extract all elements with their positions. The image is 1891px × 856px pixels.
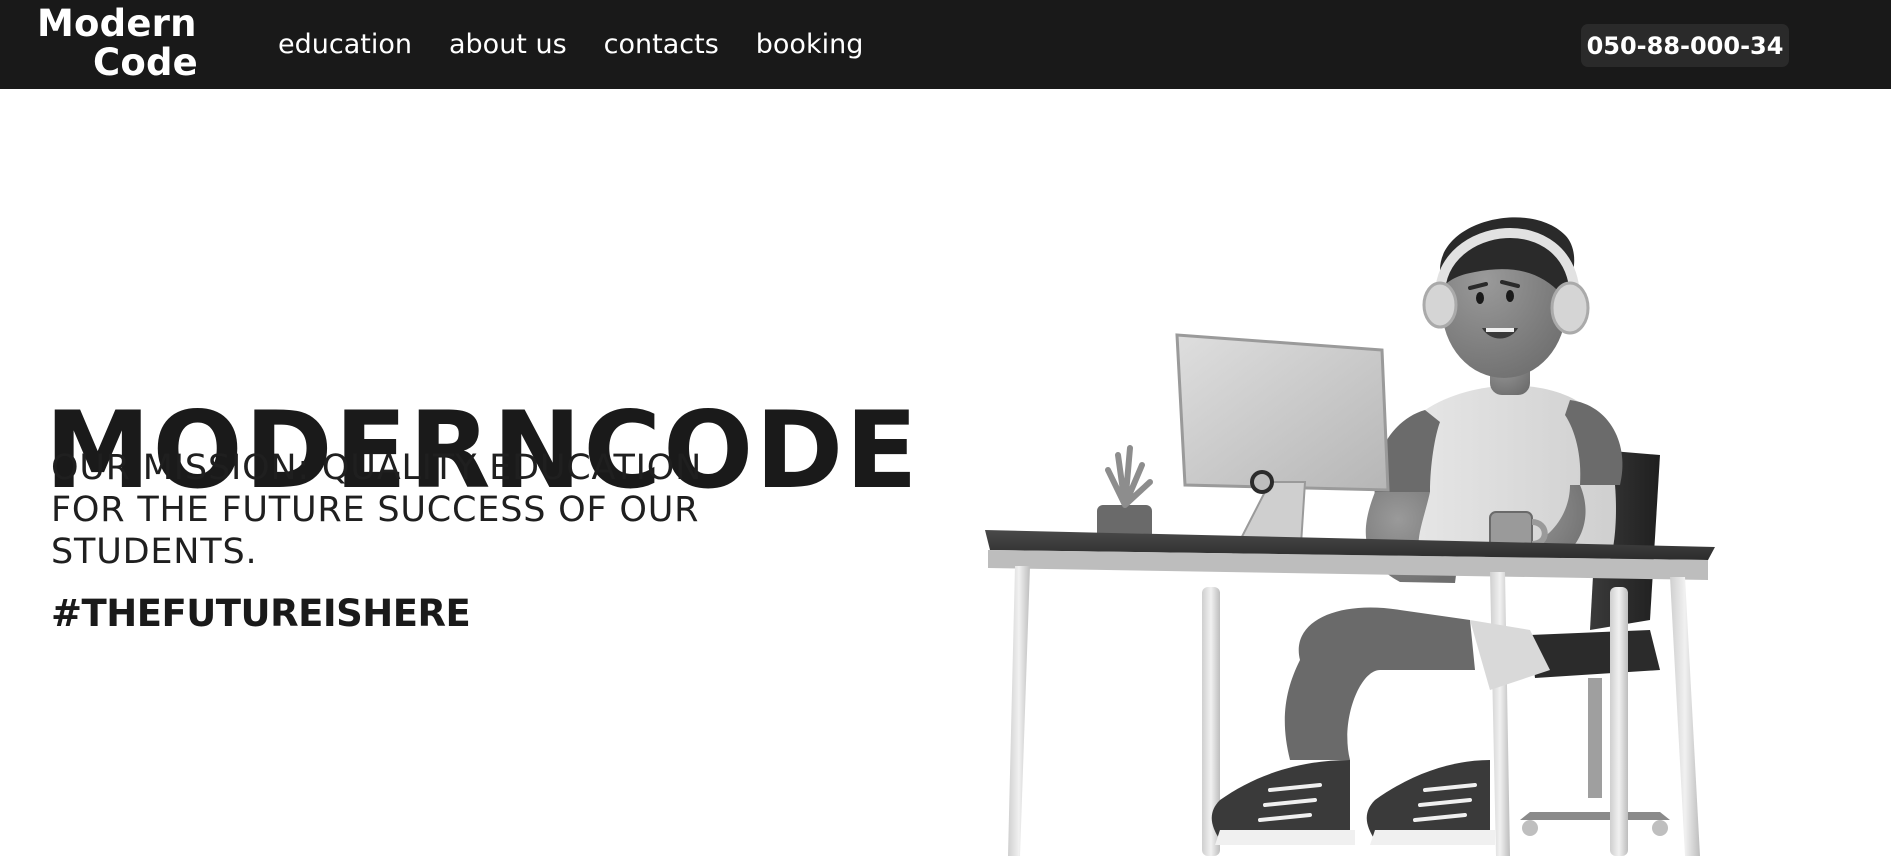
person-at-desk-illustration (985, 217, 1715, 856)
mission-line-1: OUR MISSION: QUALITY EDUCATION (51, 448, 703, 488)
chair-seat (1530, 630, 1660, 678)
mission-statement: OUR MISSION: QUALITY EDUCATION FOR THE F… (51, 447, 751, 573)
left-shoe (1211, 760, 1350, 840)
chair-stem (1588, 678, 1602, 798)
monitor-screen (1175, 333, 1390, 492)
logo[interactable]: Modern Code (37, 4, 207, 84)
main-nav: education about us contacts booking (278, 24, 863, 64)
phone-button[interactable]: 050-88-000-34 (1581, 24, 1789, 67)
nav-link-education[interactable]: education (278, 29, 412, 60)
nav-link-contacts[interactable]: contacts (604, 29, 719, 60)
top-navigation-bar: Modern Code education about us contacts … (0, 0, 1891, 89)
nav-link-about-us[interactable]: about us (449, 29, 567, 60)
chair-base (1520, 812, 1670, 820)
logo-line-1: Modern (37, 2, 197, 45)
nav-link-booking[interactable]: booking (756, 29, 864, 60)
logo-line-2: Code (93, 41, 198, 84)
hashtag: #THEFUTUREISHERE (51, 592, 471, 635)
mission-line-3: STUDENTS. (51, 532, 258, 572)
mission-line-2: FOR THE FUTURE SUCCESS OF OUR (51, 490, 700, 530)
